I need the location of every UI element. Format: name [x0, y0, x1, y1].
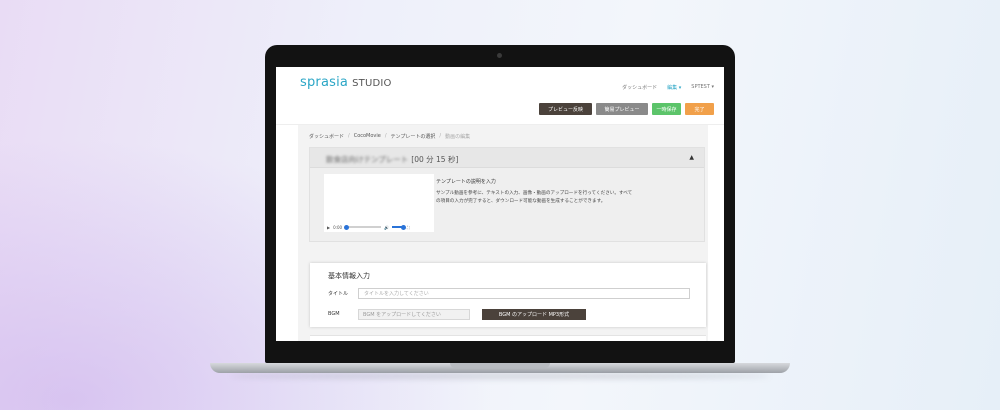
template-duration: [00 分 15 秒]: [411, 155, 459, 164]
sample-video-player[interactable]: ▶ 0:00 🔊 ⛶: [324, 174, 434, 232]
breadcrumb-item-template-select[interactable]: テンプレートの選択: [391, 133, 436, 140]
title-input[interactable]: タイトルを入力してください: [358, 288, 690, 299]
chevron-up-icon[interactable]: ▲: [689, 154, 694, 161]
play-icon[interactable]: ▶: [327, 225, 330, 230]
nav-user-menu[interactable]: SPTEST ▾: [691, 84, 714, 91]
video-controls: ▶ 0:00 🔊 ⛶: [324, 222, 434, 232]
volume-slider[interactable]: [392, 224, 407, 230]
template-description-line: サンプル動画を参考に、テキストの入力、画像・動画のアップロードを行ってください。…: [436, 191, 633, 196]
player-time: 0:00: [333, 224, 343, 230]
breadcrumb-item-cocomovie[interactable]: CocoMovie: [354, 133, 381, 140]
logo-brand: sprasia: [300, 75, 349, 90]
template-description-title: テンプレートの説明を入力: [436, 179, 496, 185]
basic-info-card: 基本情報入力 タイトル タイトルを入力してください BGM BGM をアップロー…: [310, 263, 706, 327]
logo-studio: STUDIO: [352, 78, 392, 89]
title-label: タイトル: [328, 291, 349, 297]
fullscreen-icon[interactable]: ⛶: [407, 225, 410, 230]
bgm-label: BGM: [328, 311, 340, 317]
template-name: 飲食店向けテンプレート: [326, 155, 409, 164]
action-toolbar: プレビュー反映 簡易プレビュー 一時保存 完了: [539, 103, 714, 115]
seek-knob[interactable]: [344, 224, 350, 230]
basic-info-heading: 基本情報入力: [328, 272, 370, 280]
template-description: サンプル動画を参考に、テキストの入力、画像・動画のアップロードを行ってください。…: [436, 190, 656, 206]
done-button[interactable]: 完了: [685, 103, 714, 115]
template-description-line: の項目の入力が完了すると、ダウンロード可能な動画を生成することができます。: [436, 199, 606, 204]
main-content: ダッシュボード / CocoMovie / テンプレートの選択 / 動画の編集 …: [298, 125, 708, 341]
breadcrumb-item-dashboard[interactable]: ダッシュボード: [309, 133, 344, 140]
laptop-base-notch: [450, 363, 550, 368]
breadcrumb-current: 動画の編集: [445, 134, 471, 140]
simple-preview-button[interactable]: 簡易プレビュー: [596, 103, 648, 115]
app-header: sprasia STUDIO ダッシュボード 編集 ▾ SPTEST ▾ プレビ…: [276, 67, 724, 125]
laptop-screen: sprasia STUDIO ダッシュボード 編集 ▾ SPTEST ▾ プレビ…: [276, 67, 724, 341]
bgm-upload-button[interactable]: BGM のアップロード MP3形式: [482, 309, 586, 320]
temp-save-button[interactable]: 一時保存: [652, 103, 681, 115]
template-title: 飲食店向けテンプレート [00 分 15 秒]: [326, 154, 458, 165]
volume-icon[interactable]: 🔊: [384, 225, 389, 230]
next-section-card: [310, 335, 706, 341]
breadcrumb-separator: /: [384, 133, 387, 139]
volume-knob[interactable]: [401, 224, 407, 230]
breadcrumb-separator: /: [348, 133, 350, 139]
app-logo[interactable]: sprasia STUDIO: [300, 75, 392, 90]
nav-edit[interactable]: 編集 ▾: [667, 84, 681, 91]
breadcrumb-separator: /: [439, 133, 442, 139]
camera-dot: [497, 53, 502, 58]
laptop-bezel: sprasia STUDIO ダッシュボード 編集 ▾ SPTEST ▾ プレビ…: [265, 45, 735, 363]
bgm-file-field[interactable]: BGM をアップロードしてください: [358, 309, 470, 320]
preview-apply-button[interactable]: プレビュー反映: [539, 103, 592, 115]
template-card: 飲食店向けテンプレート [00 分 15 秒] ▲ ▶ 0:00 🔊 ⛶ テンプ…: [309, 147, 705, 242]
template-card-header[interactable]: 飲食店向けテンプレート [00 分 15 秒] ▲: [310, 148, 704, 168]
seek-bar[interactable]: [344, 224, 382, 230]
laptop-shadow: [230, 373, 770, 379]
nav-dashboard[interactable]: ダッシュボード: [622, 84, 657, 91]
breadcrumb: ダッシュボード / CocoMovie / テンプレートの選択 / 動画の編集: [309, 133, 470, 140]
top-nav: ダッシュボード 編集 ▾ SPTEST ▾: [622, 84, 714, 91]
